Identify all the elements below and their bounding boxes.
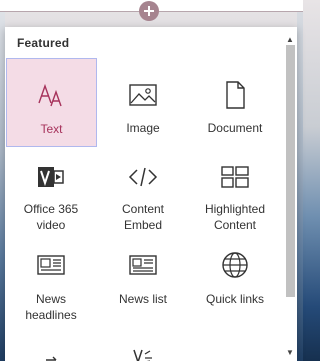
tile-content-embed[interactable]: Content Embed — [97, 147, 189, 235]
tile-partial[interactable] — [97, 333, 189, 361]
partial-icon — [34, 339, 68, 361]
globe-icon — [218, 248, 252, 282]
scroll-up-arrow-icon[interactable]: ▲ — [285, 36, 295, 44]
tile-partial[interactable] — [189, 333, 281, 361]
highlighted-content-icon — [218, 160, 252, 194]
scroll-down-arrow-icon[interactable]: ▼ — [285, 349, 295, 357]
toolbox-scrollbar[interactable]: ▲ ▼ — [284, 36, 296, 357]
section-title: Featured — [17, 36, 70, 50]
tile-quick-links[interactable]: Quick links — [189, 235, 281, 333]
tile-office365-video[interactable]: Office 365 video — [5, 147, 97, 235]
tile-label: Content Embed — [121, 202, 165, 232]
document-icon — [218, 78, 252, 112]
tile-label: Highlighted Content — [204, 202, 266, 232]
tile-label: News list — [118, 292, 167, 306]
webpart-grid: Text Image Document Office 365 video Con… — [5, 58, 282, 361]
tile-news-headlines[interactable]: News headlines — [5, 235, 97, 333]
tile-label: Quick links — [205, 292, 264, 306]
webpart-toolbox: Featured Text Image Document Office 365 … — [5, 27, 297, 361]
tile-label: Image — [126, 121, 160, 135]
news-list-icon — [126, 248, 160, 282]
image-icon — [126, 78, 160, 112]
partial-icon — [126, 339, 160, 361]
tile-document[interactable]: Document — [189, 58, 281, 147]
tile-text[interactable]: Text — [6, 58, 97, 147]
tile-image[interactable]: Image — [97, 58, 189, 147]
background-image-right — [297, 12, 303, 361]
tile-label: News headlines — [25, 292, 77, 322]
plus-icon — [144, 6, 154, 16]
tile-label: Document — [207, 121, 263, 135]
add-webpart-button[interactable] — [139, 1, 159, 21]
tile-partial[interactable] — [5, 333, 97, 361]
video-icon — [34, 160, 68, 194]
text-icon — [35, 79, 69, 113]
tile-highlighted-content[interactable]: Highlighted Content — [189, 147, 281, 235]
scroll-thumb[interactable] — [286, 45, 295, 297]
tile-label: Text — [40, 122, 63, 136]
tile-news-list[interactable]: News list — [97, 235, 189, 333]
news-headlines-icon — [34, 248, 68, 282]
code-embed-icon — [126, 160, 160, 194]
tile-label: Office 365 video — [23, 202, 79, 232]
